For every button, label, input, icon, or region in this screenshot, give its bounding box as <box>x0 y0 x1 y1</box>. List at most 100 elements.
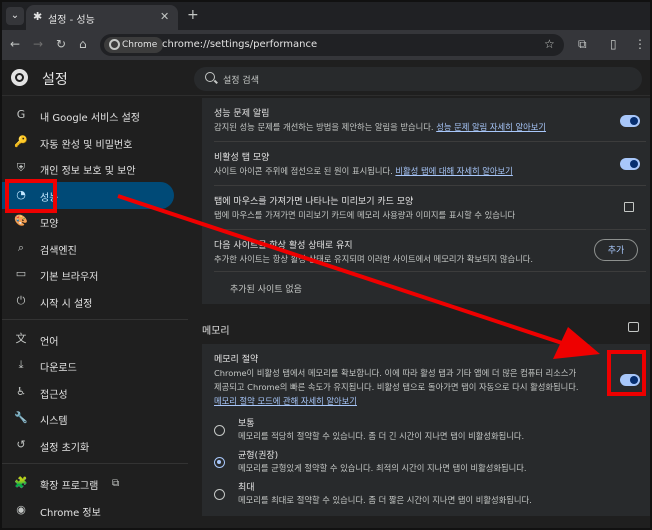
sidebar: G 내 Google 서비스 설정 🔑 자동 완성 및 비밀번호 ⛨ 개인 정보… <box>2 96 188 528</box>
sidebar-item-label: 시작 시 설정 <box>40 299 93 310</box>
chrome-logo-icon <box>11 69 28 86</box>
key-icon: 🔑 <box>14 135 28 148</box>
star-icon[interactable]: ☆ <box>544 37 555 51</box>
search-placeholder: 설정 검색 <box>223 76 259 86</box>
shield-icon: ⛨ <box>16 161 26 174</box>
row-title: 성능 문제 알림 <box>214 109 270 119</box>
sidebar-item-label: 기본 브라우저 <box>40 272 99 283</box>
sidebar-item-about-chrome[interactable]: ◉ Chrome 정보 <box>2 497 174 524</box>
empty-sites-text: 추가된 사이트 없음 <box>230 285 302 295</box>
address-bar[interactable]: Chrome chrome://settings/performance ☆ <box>100 34 564 56</box>
page-title: 설정 <box>42 72 68 88</box>
tab-strip: ⌄ ✱ 설정 - 성능 ✕ + <box>2 2 650 30</box>
translate-icon: 文 <box>15 332 27 345</box>
memory-card: 메모리 절약 Chrome이 비활성 탭에서 메모리를 확보합니다. 이에 따라… <box>202 344 650 516</box>
sidebar-item-languages[interactable]: 文 언어 <box>2 326 174 353</box>
browser-window-icon: ▭ <box>15 267 27 280</box>
chevron-down-icon[interactable]: ⌄ <box>6 7 24 25</box>
sidebar-item-label: 접근성 <box>40 390 68 401</box>
tab-settings-performance[interactable]: ✱ 설정 - 성능 ✕ <box>26 5 178 30</box>
back-arrow-icon[interactable]: ← <box>10 37 20 51</box>
main-content: 성능 문제 알림 감지된 성능 문제를 개선하는 방법을 제안하는 알림을 받습… <box>188 96 650 528</box>
tab-title: 설정 - 성능 <box>48 15 95 26</box>
sidebar-item-label: 설정 초기화 <box>40 443 90 454</box>
close-icon[interactable]: ✕ <box>160 10 169 23</box>
row-title: 다음 사이트를 항상 활성 상태로 유지 <box>214 241 353 251</box>
search-icon: ⌕ <box>17 241 25 254</box>
sidebar-item-system[interactable]: 🔧 시스템 <box>2 405 174 432</box>
row-desc: 추가한 사이트는 항상 활성 상태로 유지되며 이러한 사이트에서 메모리가 확… <box>214 254 534 264</box>
add-site-button[interactable]: 추가 <box>594 239 638 261</box>
row-desc: 사이트 아이콘 주위에 점선으로 된 원이 표시됩니다. 비활성 탭에 대해 자… <box>214 166 513 176</box>
sidebar-item-on-startup[interactable]: ⏻ 시작 시 설정 <box>2 288 174 315</box>
learn-more-link[interactable]: 비활성 탭에 대해 자세히 알아보기 <box>395 166 512 176</box>
sidebar-item-label: 다운로드 <box>40 363 77 374</box>
side-panel-icon[interactable]: ▯ <box>610 37 617 51</box>
option-title: 최대 <box>238 483 255 493</box>
chrome-icon: ◉ <box>16 503 26 516</box>
sidebar-item-label: 개인 정보 보호 및 보안 <box>40 166 136 177</box>
sidebar-item-label: Chrome 정보 <box>40 508 101 519</box>
navigation-bar: ← → ↻ ⌂ Chrome chrome://settings/perform… <box>2 30 650 60</box>
gear-icon: ✱ <box>33 10 43 23</box>
sidebar-item-label: 검색엔진 <box>40 246 77 257</box>
row-title: 탭에 마우스를 가져가면 나타나는 미리보기 카드 모양 <box>214 197 414 207</box>
option-title: 균형(권장) <box>238 451 279 461</box>
sidebar-item-default-browser[interactable]: ▭ 기본 브라우저 <box>2 261 174 288</box>
memory-saver-desc-line2: 제공되고 Chrome의 빠른 속도가 유지됩니다. 비활성 탭으로 돌아가면 … <box>214 382 579 392</box>
memory-saver-title: 메모리 절약 <box>214 355 259 365</box>
memory-section-title: 메모리 <box>202 326 230 337</box>
accessibility-icon: ♿ <box>16 385 26 398</box>
puzzle-icon: 🧩 <box>14 476 28 489</box>
url-text[interactable]: chrome://settings/performance <box>162 39 317 50</box>
radio-moderate[interactable] <box>214 425 225 436</box>
row-desc: 감지된 성능 문제를 개선하는 방법을 제안하는 알림을 받습니다. 성능 문제… <box>214 122 546 132</box>
more-menu-icon[interactable]: ⋮ <box>634 37 646 51</box>
sidebar-divider <box>2 319 188 320</box>
highlight-box-performance <box>5 179 57 213</box>
site-info-chip[interactable]: Chrome <box>104 37 164 53</box>
radio-balanced[interactable] <box>214 457 225 468</box>
divider <box>214 141 646 142</box>
memory-saver-learn-more-link[interactable]: 메모리 절약 모드에 관해 자세히 알아보기 <box>214 396 357 406</box>
external-link-icon: ⧉ <box>112 478 120 489</box>
extensions-icon[interactable]: ⧉ <box>578 37 587 52</box>
learn-more-link[interactable]: 성능 문제 알림 자세히 알아보기 <box>436 122 546 132</box>
google-icon: G <box>16 108 26 121</box>
sidebar-item-autofill[interactable]: 🔑 자동 완성 및 비밀번호 <box>2 129 174 156</box>
sidebar-item-extensions[interactable]: 🧩 확장 프로그램 ⧉ <box>2 470 174 497</box>
performance-alerts-toggle[interactable] <box>620 115 640 127</box>
option-desc: 메모리를 적당히 절약할 수 있습니다. 좀 더 긴 시간이 지나면 탭이 비활… <box>238 431 525 441</box>
sidebar-item-reset[interactable]: ↺ 설정 초기화 <box>2 432 174 459</box>
open-in-new-icon[interactable] <box>624 202 634 212</box>
option-desc: 메모리를 균형있게 절약할 수 있습니다. 최적의 시간이 지나면 탭이 비활성… <box>238 463 527 473</box>
sidebar-item-google-services[interactable]: G 내 Google 서비스 설정 <box>2 102 174 129</box>
sidebar-item-search-engine[interactable]: ⌕ 검색엔진 <box>2 235 174 262</box>
settings-header: 설정 설정 검색 <box>2 60 650 96</box>
search-input[interactable]: 설정 검색 <box>194 67 642 91</box>
divider <box>214 229 646 230</box>
reload-icon[interactable]: ↻ <box>56 37 66 51</box>
chrome-icon <box>109 39 120 50</box>
memory-saver-desc-line1: Chrome이 비활성 탭에서 메모리를 확보합니다. 이에 따라 활성 탭과 … <box>214 368 577 378</box>
row-title: 비활성 탭 모양 <box>214 153 270 163</box>
plus-icon[interactable]: + <box>187 7 199 23</box>
option-desc: 메모리를 최대로 절약할 수 있습니다. 좀 더 짧은 시간이 지나면 탭이 비… <box>238 495 532 505</box>
chip-label: Chrome <box>122 40 158 50</box>
reset-icon: ↺ <box>16 438 26 451</box>
feedback-icon[interactable] <box>628 322 639 332</box>
sidebar-item-downloads[interactable]: ⤓ 다운로드 <box>2 352 174 379</box>
radio-maximum[interactable] <box>214 489 225 500</box>
sidebar-item-label: 자동 완성 및 비밀번호 <box>40 140 133 151</box>
sidebar-item-label: 내 Google 서비스 설정 <box>40 113 140 124</box>
forward-arrow-icon[interactable]: → <box>33 37 43 51</box>
row-desc: 탭에 마우스를 가져가면 미리보기 카드에 메모리 사용량과 이미지를 표시할 … <box>214 210 516 220</box>
home-icon[interactable]: ⌂ <box>79 37 87 51</box>
divider <box>214 185 646 186</box>
power-icon: ⏻ <box>16 294 26 307</box>
inactive-tab-appearance-toggle[interactable] <box>620 158 640 170</box>
palette-icon: 🎨 <box>14 214 28 227</box>
sidebar-item-label: 언어 <box>40 337 59 348</box>
sidebar-item-accessibility[interactable]: ♿ 접근성 <box>2 379 174 406</box>
sidebar-item-privacy[interactable]: ⛨ 개인 정보 보호 및 보안 <box>2 155 174 182</box>
